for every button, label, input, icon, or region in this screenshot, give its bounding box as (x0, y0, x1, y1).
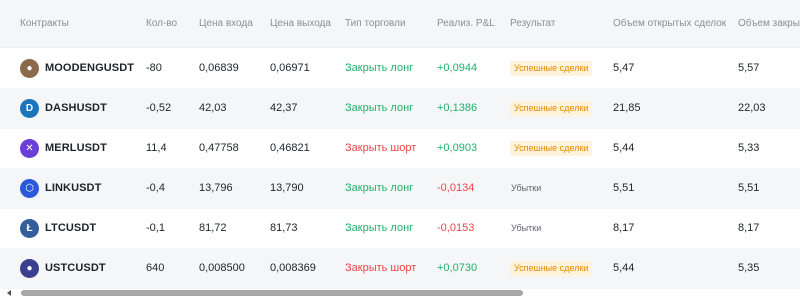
close-volume-value: 5,51 (738, 182, 760, 194)
header-open-volume[interactable]: Объем открытых сделок (613, 0, 726, 47)
realized-pnl-value: +0,0730 (437, 262, 478, 274)
table-row[interactable]: ● MOODENGUSDT -80 0,06839 0,06971 Закрыть лон… (0, 48, 800, 89)
close-volume-value: 5,35 (738, 262, 760, 274)
trade-type-value: Закрыть лонг (345, 102, 414, 114)
table-row[interactable]: D DASHUSDT -0,52 42,03 42,37 Закрыть лонг +0,1… (0, 88, 800, 129)
realized-pnl-value: +0,0903 (437, 142, 478, 154)
header-realized-pnl[interactable]: Реализ. P&L (437, 0, 495, 47)
qty-value: -0,52 (146, 102, 172, 114)
close-volume-value: 22,03 (738, 102, 766, 114)
trade-type-value: Закрыть лонг (345, 62, 414, 74)
entry-price-value: 13,796 (199, 182, 233, 194)
trade-type-value: Закрыть шорт (345, 262, 417, 274)
entry-price-value: 0,47758 (199, 142, 239, 154)
result-badge: Успешные сделки (510, 101, 593, 116)
entry-price-value: 42,03 (199, 102, 227, 114)
header-contracts[interactable]: Контракты (20, 0, 69, 47)
open-volume-value: 5,47 (613, 62, 635, 74)
contract-symbol[interactable]: MOODENGUSDT (45, 48, 134, 89)
ltc-coin-icon: Ł (20, 219, 39, 238)
trade-history-table: Контракты Кол-во Цена входа Цена выхода … (0, 0, 800, 289)
result-text: Убытки (511, 183, 542, 193)
merl-coin-icon: ✕ (20, 139, 39, 158)
header-trade-type[interactable]: Тип торговли (345, 0, 406, 47)
result-badge: Успешные сделки (510, 261, 593, 276)
header-exit-price[interactable]: Цена выхода (270, 0, 331, 47)
exit-price-value: 0,06971 (270, 62, 310, 74)
trade-type-value: Закрыть шорт (345, 142, 417, 154)
exit-price-value: 13,790 (270, 182, 304, 194)
qty-value: -0,1 (146, 222, 165, 234)
realized-pnl-value: +0,1386 (437, 102, 478, 114)
table-row[interactable]: ● USTCUSDT 640 0,008500 0,008369 Закрыть шорт… (0, 248, 800, 289)
exit-price-value: 0,46821 (270, 142, 310, 154)
exit-price-value: 42,37 (270, 102, 298, 114)
close-volume-value: 8,17 (738, 222, 760, 234)
entry-price-value: 0,06839 (199, 62, 239, 74)
moodeng-coin-icon: ● (20, 59, 39, 78)
contract-symbol[interactable]: LINKUSDT (45, 168, 101, 209)
scrollbar-thumb[interactable] (21, 290, 523, 296)
qty-value: 11,4 (146, 142, 167, 154)
trade-type-value: Закрыть лонг (345, 222, 414, 234)
qty-value: -80 (146, 62, 162, 74)
scroll-left-arrow-icon[interactable] (7, 290, 11, 296)
table-header: Контракты Кол-во Цена входа Цена выхода … (0, 0, 800, 48)
table-row[interactable]: ✕ MERLUSDT 11,4 0,47758 0,46821 Закрыть шорт +… (0, 128, 800, 169)
exit-price-value: 81,73 (270, 222, 298, 234)
header-close-volume[interactable]: Объем закрыты (738, 0, 800, 47)
trade-type-value: Закрыть лонг (345, 182, 414, 194)
exit-price-value: 0,008369 (270, 262, 316, 274)
contract-symbol[interactable]: USTCUSDT (45, 248, 106, 289)
table-row[interactable]: Ł LTCUSDT -0,1 81,72 81,73 Закрыть лонг -0,015… (0, 208, 800, 249)
contract-symbol[interactable]: LTCUSDT (45, 208, 96, 249)
result-text: Убытки (511, 223, 542, 233)
header-qty[interactable]: Кол-во (146, 0, 177, 47)
realized-pnl-value: -0,0134 (437, 182, 475, 194)
open-volume-value: 5,44 (613, 142, 635, 154)
open-volume-value: 5,51 (613, 182, 635, 194)
open-volume-value: 5,44 (613, 262, 635, 274)
qty-value: 640 (146, 262, 165, 274)
open-volume-value: 21,85 (613, 102, 641, 114)
realized-pnl-value: -0,0153 (437, 222, 475, 234)
entry-price-value: 0,008500 (199, 262, 245, 274)
close-volume-value: 5,57 (738, 62, 760, 74)
result-badge: Успешные сделки (510, 141, 593, 156)
link-coin-icon: ⬡ (20, 179, 39, 198)
result-badge: Успешные сделки (510, 61, 593, 76)
realized-pnl-value: +0,0944 (437, 62, 478, 74)
entry-price-value: 81,72 (199, 222, 227, 234)
qty-value: -0,4 (146, 182, 165, 194)
contract-symbol[interactable]: MERLUSDT (45, 128, 107, 169)
open-volume-value: 8,17 (613, 222, 635, 234)
dash-coin-icon: D (20, 99, 39, 118)
ustc-coin-icon: ● (20, 259, 39, 278)
contract-symbol[interactable]: DASHUSDT (45, 88, 107, 129)
close-volume-value: 5,33 (738, 142, 760, 154)
header-result[interactable]: Результат (510, 0, 555, 47)
header-entry-price[interactable]: Цена входа (199, 0, 253, 47)
table-row[interactable]: ⬡ LINKUSDT -0,4 13,796 13,790 Закрыть лонг -0,… (0, 168, 800, 209)
horizontal-scrollbar[interactable] (0, 288, 800, 299)
